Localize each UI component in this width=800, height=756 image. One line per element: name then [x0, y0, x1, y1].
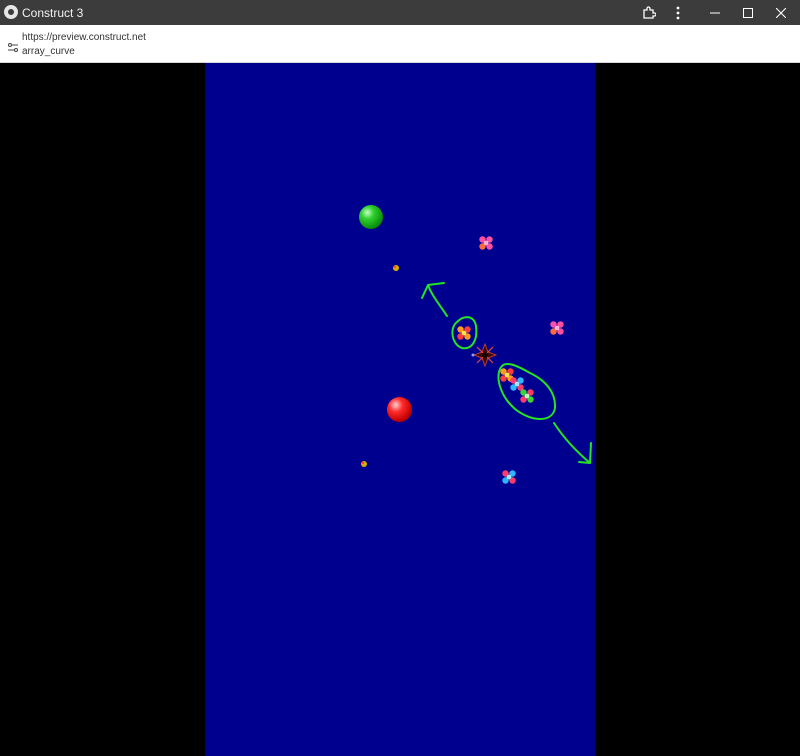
annotation-arrow-up [421, 282, 448, 317]
minimize-button[interactable] [698, 0, 732, 25]
annotation-overlay [421, 282, 592, 464]
window-title: Construct 3 [22, 6, 84, 20]
address-bar: https://preview.construct.net array_curv… [0, 25, 800, 63]
site-settings-button[interactable] [8, 39, 18, 57]
maximize-button[interactable] [731, 0, 765, 25]
more-vert-icon [676, 6, 680, 19]
page-name: array_curve [22, 46, 75, 57]
annotation-circle-large [497, 363, 557, 420]
page-url[interactable]: https://preview.construct.net [22, 32, 146, 43]
site-settings-icon [8, 43, 18, 52]
title-bar: Construct 3 [0, 0, 800, 25]
annotation-arrow-down [553, 422, 592, 464]
close-icon [776, 7, 786, 18]
annotation-circle-small [451, 316, 478, 350]
minimize-icon [710, 12, 720, 13]
close-button[interactable] [764, 0, 798, 25]
game-viewport [0, 63, 800, 756]
more-options-button[interactable] [661, 0, 695, 25]
puzzle-icon [643, 5, 656, 19]
maximize-icon [743, 7, 753, 18]
construct-logo-icon [4, 5, 18, 19]
